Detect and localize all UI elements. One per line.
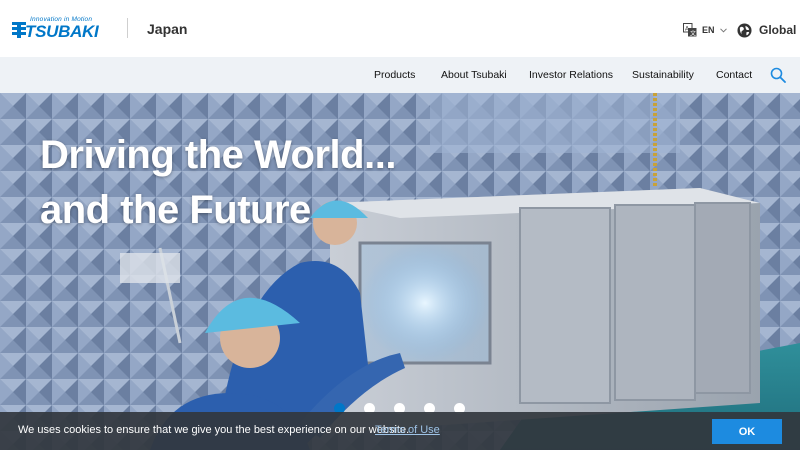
translate-icon: A 文	[683, 23, 697, 37]
main-nav: Products About Tsubaki Investor Relation…	[0, 57, 800, 93]
header-divider	[127, 18, 128, 38]
nav-item-investor-relations[interactable]: Investor Relations	[529, 69, 613, 81]
logo-wordmark: TSUBAKI	[25, 22, 99, 41]
terms-of-use-link[interactable]: Terms of Use	[375, 424, 440, 436]
region-label: Japan	[147, 21, 188, 37]
hero-headline-line2: and the Future	[40, 188, 311, 232]
language-selector[interactable]: A 文 EN	[683, 23, 727, 37]
globe-icon	[737, 22, 752, 38]
tsubaki-logo[interactable]: Innovation in Motion TSUBAKI	[12, 16, 108, 41]
hero-banner: Driving the World... and the Future	[0, 93, 800, 450]
search-icon[interactable]	[770, 67, 786, 83]
chevron-down-icon	[719, 27, 727, 33]
site-header: Innovation in Motion TSUBAKI Japan A 文 E…	[0, 0, 800, 57]
nav-item-about-tsubaki[interactable]: About Tsubaki	[441, 69, 507, 81]
language-label: EN	[702, 25, 715, 35]
nav-item-contact[interactable]: Contact	[716, 69, 752, 81]
hero-headline-line1: Driving the World...	[40, 133, 396, 177]
cookie-ok-button[interactable]: OK	[712, 419, 782, 444]
global-label: Global	[759, 23, 797, 37]
cookie-message: We uses cookies to ensure that we give y…	[18, 424, 410, 436]
svg-text:文: 文	[690, 30, 696, 38]
cookie-banner: We uses cookies to ensure that we give y…	[0, 412, 800, 450]
nav-item-sustainability[interactable]: Sustainability	[632, 69, 694, 81]
logo-mark-icon	[12, 22, 26, 38]
global-link[interactable]: Global	[737, 21, 796, 39]
nav-item-products[interactable]: Products	[374, 69, 415, 81]
